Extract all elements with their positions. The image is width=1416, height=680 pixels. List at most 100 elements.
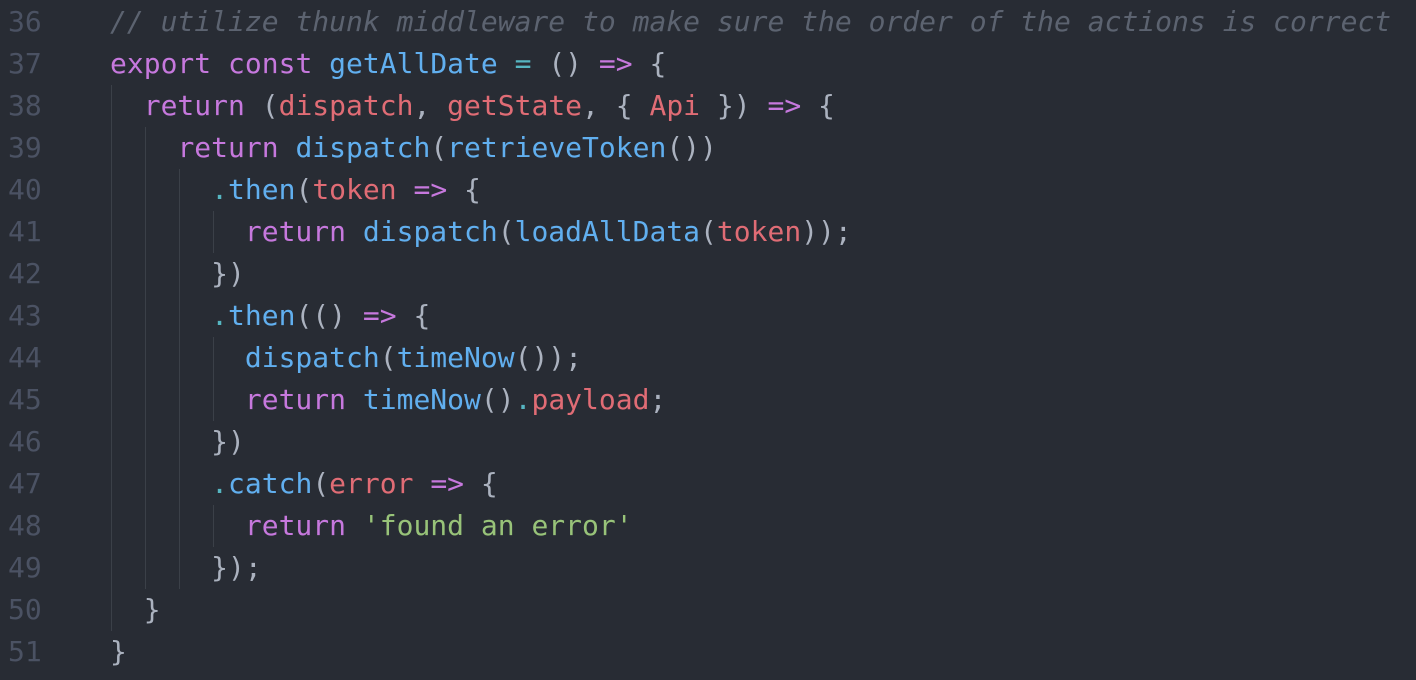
code-token-punct: }) xyxy=(110,257,245,290)
code-token-punct xyxy=(110,131,177,164)
code-token-keyword: return xyxy=(244,383,347,416)
code-token-punct xyxy=(279,131,296,164)
code-line[interactable]: 51} xyxy=(0,631,1416,673)
code-token-punct xyxy=(110,341,245,374)
code-token-punct: }) xyxy=(700,89,768,122)
code-line[interactable]: 42 }) xyxy=(0,253,1416,295)
line-number: 36 xyxy=(8,5,42,38)
code-token-variable: dispatch xyxy=(278,89,414,122)
code-token-punct: () xyxy=(531,47,599,80)
code-line[interactable]: 45 return timeNow().payload; xyxy=(0,379,1416,421)
code-token-variable: getState xyxy=(447,89,583,122)
code-token-keyword: => xyxy=(362,299,397,332)
code-token-punct: ( xyxy=(244,89,279,122)
code-token-punct: { xyxy=(632,47,667,80)
code-token-punct: { xyxy=(464,467,498,500)
code-line[interactable]: 39 return dispatch(retrieveToken()) xyxy=(0,127,1416,169)
code-text[interactable]: .then(token => { xyxy=(110,169,481,211)
line-number: 50 xyxy=(8,593,42,626)
code-token-punct: , { xyxy=(582,89,650,122)
code-token-variable: Api xyxy=(649,89,701,122)
line-number: 40 xyxy=(8,173,42,206)
code-text[interactable]: } xyxy=(110,631,127,673)
code-text[interactable]: }) xyxy=(110,253,245,295)
code-token-function: dispatch xyxy=(362,215,498,248)
code-line[interactable]: 36 // utilize thunk middleware to make su… xyxy=(0,1,1416,43)
code-token-punct: }); xyxy=(110,551,262,584)
code-line[interactable]: 46 }) xyxy=(0,421,1416,463)
line-number: 39 xyxy=(8,131,42,164)
code-text[interactable]: }) xyxy=(110,421,245,463)
code-line[interactable]: 48 return 'found an error' xyxy=(0,505,1416,547)
code-text[interactable]: dispatch(timeNow()); xyxy=(110,337,582,379)
code-token-punct: ( xyxy=(700,215,717,248)
code-token-punct: ( xyxy=(497,215,515,248)
code-token-keyword: => xyxy=(767,89,802,122)
line-number: 41 xyxy=(8,215,42,248)
line-number: 47 xyxy=(8,467,42,500)
code-token-punct xyxy=(110,89,144,122)
code-text[interactable]: return dispatch(retrieveToken()) xyxy=(110,127,717,169)
code-token-punct: { xyxy=(396,299,431,332)
code-token-function: catch xyxy=(228,467,313,500)
code-line[interactable]: 37 export const getAllDate = () => { xyxy=(0,43,1416,85)
code-token-punct: () xyxy=(480,383,515,416)
code-text[interactable]: return (dispatch, getState, { Api }) => … xyxy=(110,85,835,127)
code-token-punct xyxy=(346,383,363,416)
code-line[interactable]: 47 .catch(error => { xyxy=(0,463,1416,505)
line-number: 42 xyxy=(8,257,42,290)
code-token-keyword: return xyxy=(143,89,245,122)
line-number: 49 xyxy=(8,551,42,584)
code-token-keyword: export xyxy=(110,47,212,80)
code-line[interactable]: 44 dispatch(timeNow()); xyxy=(0,337,1416,379)
code-token-function: getAllDate xyxy=(329,47,498,80)
code-token-punct: ()); xyxy=(514,341,583,374)
line-number: 45 xyxy=(8,383,42,416)
code-text[interactable]: } xyxy=(110,589,161,631)
code-text[interactable]: export const getAllDate = () => { xyxy=(110,43,666,85)
code-line[interactable]: 40 .then(token => { xyxy=(0,169,1416,211)
code-token-punct: ; xyxy=(649,383,667,416)
code-line[interactable]: 43 .then(() => { xyxy=(0,295,1416,337)
code-token-punct: }) xyxy=(110,425,245,458)
code-token-punct: , xyxy=(413,89,448,122)
code-line[interactable]: 38 return (dispatch, getState, { Api }) … xyxy=(0,85,1416,127)
code-text[interactable]: return dispatch(loadAllData(token)); xyxy=(110,211,852,253)
line-number: 37 xyxy=(8,47,42,80)
line-number: 48 xyxy=(8,509,42,542)
code-line[interactable]: 50 } xyxy=(0,589,1416,631)
code-token-punct xyxy=(110,509,245,542)
code-line[interactable]: 49 }); xyxy=(0,547,1416,589)
code-editor[interactable]: 36 // utilize thunk middleware to make su… xyxy=(0,0,1416,680)
code-token-punct xyxy=(110,215,245,248)
code-token-operator: = xyxy=(514,47,532,80)
code-token-function: loadAllData xyxy=(514,215,701,248)
code-token-punct xyxy=(346,509,363,542)
code-token-punct: ()) xyxy=(666,131,717,164)
code-text[interactable]: }); xyxy=(110,547,262,589)
line-number: 38 xyxy=(8,89,42,122)
code-text[interactable]: return timeNow().payload; xyxy=(110,379,666,421)
code-line[interactable]: 41 return dispatch(loadAllData(token)); xyxy=(0,211,1416,253)
code-token-punct xyxy=(413,467,430,500)
code-token-operator: . xyxy=(514,383,532,416)
code-token-punct xyxy=(110,467,211,500)
code-token-punct: ( xyxy=(312,467,330,500)
code-token-variable: token xyxy=(716,215,802,248)
code-text[interactable]: .catch(error => { xyxy=(110,463,498,505)
code-token-punct xyxy=(498,47,515,80)
code-token-punct: { xyxy=(801,89,835,122)
code-text[interactable]: return 'found an error' xyxy=(110,505,633,547)
code-token-punct: (() xyxy=(295,299,363,332)
code-token-punct: { xyxy=(447,173,481,206)
code-token-variable: error xyxy=(329,467,414,500)
code-token-keyword: const xyxy=(228,47,313,80)
code-text[interactable]: .then(() => { xyxy=(110,295,430,337)
code-text[interactable]: // utilize thunk middleware to make sure… xyxy=(110,1,1391,43)
code-token-variable: payload xyxy=(531,383,650,416)
code-token-punct xyxy=(110,383,245,416)
code-token-operator: . xyxy=(211,299,229,332)
code-token-punct xyxy=(211,47,228,80)
code-token-variable: token xyxy=(312,173,397,206)
code-token-punct: ( xyxy=(430,131,448,164)
